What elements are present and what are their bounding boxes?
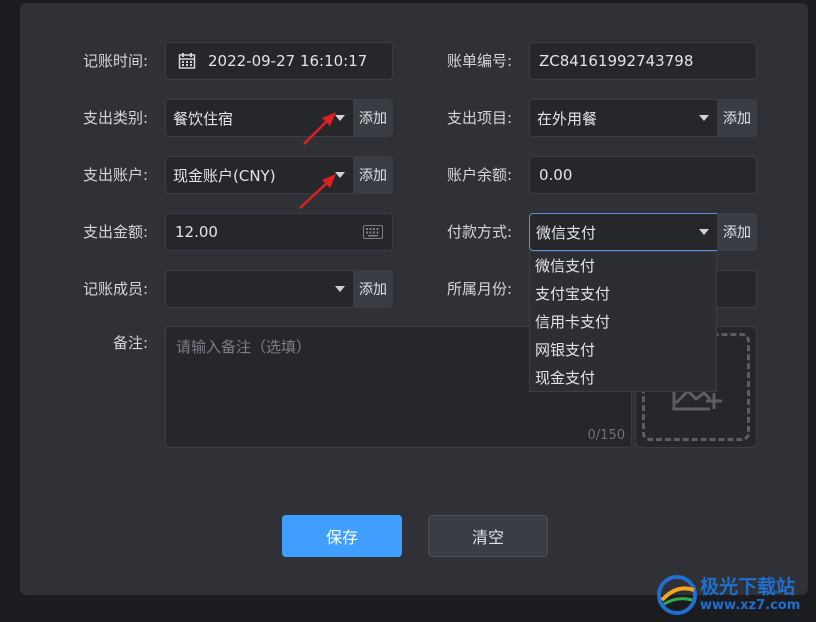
member-label: 记账成员: (82, 280, 148, 298)
annotation-arrow-icon (299, 174, 336, 209)
payment-option[interactable]: 支付宝支付 (530, 280, 716, 308)
save-button[interactable]: 保存 (282, 515, 402, 557)
watermark: 极光下载站 www.xz7.com (656, 570, 816, 622)
add-expense-category-button[interactable]: 添加 (353, 99, 393, 137)
annotation-arrow-icon (303, 112, 336, 145)
payment-method-label: 付款方式: (446, 223, 512, 241)
add-member-button[interactable]: 添加 (353, 270, 393, 308)
watermark-logo-icon (657, 575, 697, 615)
payment-option[interactable]: 网银支付 (530, 336, 716, 364)
watermark-line2: www.xz7.com (700, 598, 801, 613)
expense-category-label: 支出类别: (82, 109, 148, 127)
keyboard-icon[interactable] (363, 225, 383, 243)
record-time-field[interactable]: 2022-09-27 16:10:17 (165, 42, 393, 80)
bill-no-value: ZC84161992743798 (539, 52, 694, 70)
add-payment-method-button[interactable]: 添加 (717, 213, 757, 251)
record-time-label: 记账时间: (82, 52, 148, 70)
expense-account-value: 现金账户(CNY) (173, 166, 276, 185)
chevron-down-icon (699, 115, 709, 121)
month-label: 所属月份: (446, 280, 512, 298)
payment-method-value: 微信支付 (536, 223, 597, 242)
payment-option[interactable]: 现金支付 (530, 364, 716, 392)
expense-item-label: 支出项目: (446, 109, 512, 127)
account-balance-field[interactable]: 0.00 (529, 156, 757, 194)
account-balance-value: 0.00 (539, 166, 573, 184)
expense-amount-field[interactable]: 12.00 (165, 213, 393, 251)
payment-option[interactable]: 微信支付 (530, 252, 716, 280)
expense-item-select[interactable]: 在外用餐 添加 (529, 99, 757, 137)
watermark-line1: 极光下载站 (700, 576, 796, 598)
expense-category-select[interactable]: 餐饮住宿 添加 (165, 99, 393, 137)
clear-button[interactable]: 清空 (428, 515, 548, 557)
bill-no-field[interactable]: ZC84161992743798 (529, 42, 757, 80)
note-placeholder: 请输入备注（选填） (176, 338, 312, 356)
calendar-icon (178, 52, 196, 70)
expense-account-select[interactable]: 现金账户(CNY) 添加 (165, 156, 393, 194)
expense-category-value: 餐饮住宿 (173, 109, 234, 128)
expense-amount-label: 支出金额: (82, 223, 148, 241)
expense-account-label: 支出账户: (82, 166, 148, 184)
expense-item-value: 在外用餐 (537, 109, 598, 128)
note-label: 备注: (112, 334, 148, 352)
payment-option[interactable]: 信用卡支付 (530, 308, 716, 336)
chevron-down-icon (335, 286, 345, 292)
chevron-down-icon (699, 229, 709, 235)
note-char-counter: 0/150 (587, 428, 625, 443)
account-balance-label: 账户余额: (446, 166, 512, 184)
member-select[interactable]: 添加 (165, 270, 393, 308)
bill-no-label: 账单编号: (446, 52, 512, 70)
payment-method-dropdown: 微信支付 支付宝支付 信用卡支付 网银支付 现金支付 (529, 251, 717, 392)
add-expense-account-button[interactable]: 添加 (353, 156, 393, 194)
payment-method-select[interactable]: 微信支付 添加 (529, 213, 757, 251)
add-expense-item-button[interactable]: 添加 (717, 99, 757, 137)
record-time-value: 2022-09-27 16:10:17 (208, 52, 368, 70)
expense-amount-value: 12.00 (175, 223, 218, 241)
